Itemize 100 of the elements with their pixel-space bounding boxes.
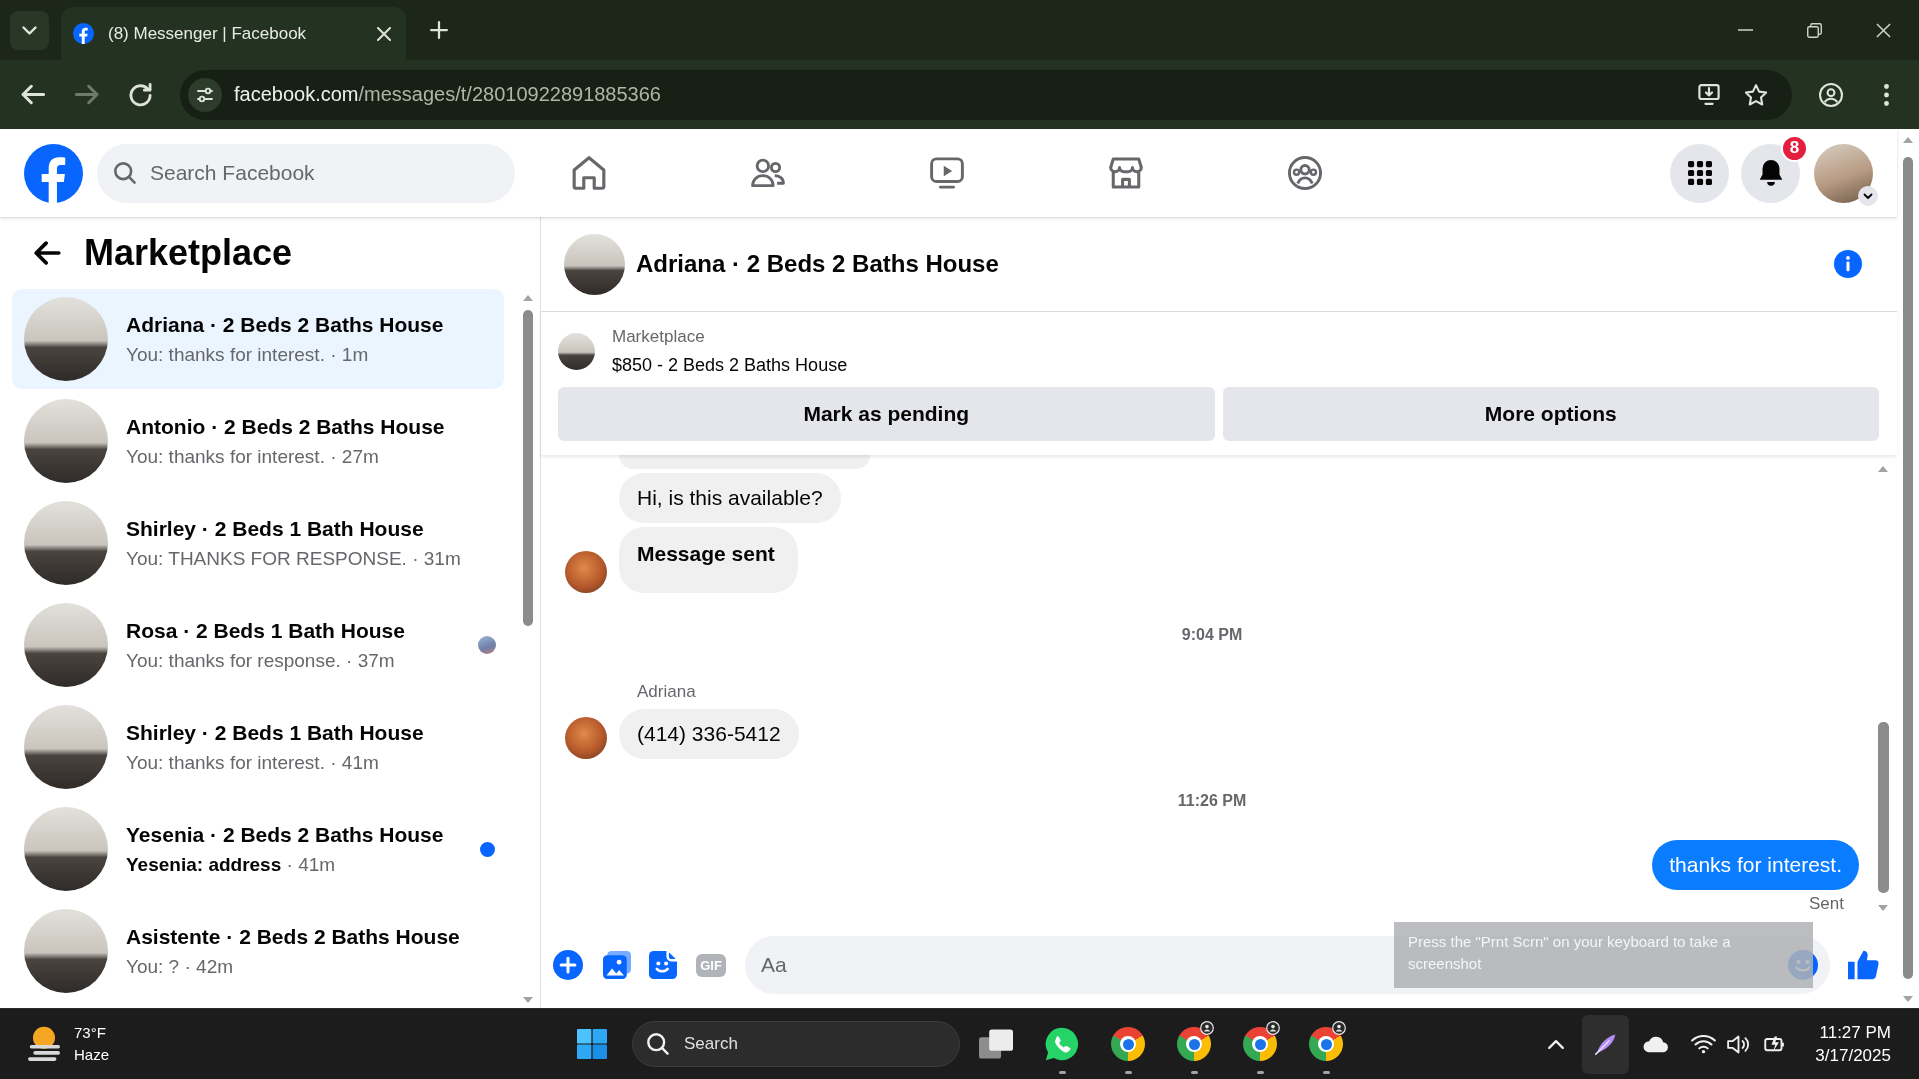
listing-label: Marketplace (612, 326, 706, 348)
message-preview: Yesenia: address (126, 854, 282, 875)
screenshot-toast: Press the "Prnt Scrn" on your keyboard to take a screenshot (1394, 922, 1813, 988)
message-preview: You: thanks for interest. (126, 752, 325, 773)
person-circle-icon[interactable] (1819, 82, 1843, 107)
thumbs-up-icon[interactable] (1847, 950, 1879, 980)
conversation-item[interactable]: Asistente · 2 Beds 2 Baths House You: ? · 42m (12, 901, 504, 1001)
conversation-title: Antonio · 2 Beds 2 Baths House (126, 414, 446, 440)
action-button[interactable]: More options (1222, 387, 1879, 441)
message-bubble: Message sent (619, 527, 798, 593)
scrollbar-thumb[interactable] (523, 310, 533, 626)
star-icon[interactable] (1745, 83, 1767, 106)
scrollbar-thumb[interactable] (1903, 157, 1913, 979)
message-bubble: Hi, is this available? (619, 473, 841, 523)
sliders-icon[interactable] (188, 77, 222, 112)
speaker-icon[interactable] (1727, 1034, 1751, 1054)
conversation-title: Rosa · 2 Beds 1 Bath House (126, 618, 406, 644)
home-icon[interactable] (572, 156, 606, 190)
browser-icon[interactable] (1111, 1027, 1145, 1061)
sender-avatar (565, 551, 607, 593)
conversation-item[interactable]: Adriana · 2 Beds 2 Baths House You: thanks for interest. · 1m (12, 289, 504, 389)
site-logo[interactable] (24, 143, 83, 203)
back-arrow-icon[interactable] (34, 241, 61, 265)
message-preview: You: thanks for interest. (126, 344, 325, 365)
feather-icon[interactable] (1582, 1014, 1630, 1074)
image-icon[interactable] (603, 951, 631, 979)
taskbar-search-field[interactable]: Search (632, 1021, 960, 1067)
message-preview: You: thanks for interest. (126, 446, 325, 467)
conversation-item[interactable]: Shirley · 2 Beds 1 Bath House You: THANKS FOR RESPONSE. · 31m (12, 493, 504, 593)
stacked-windows-icon[interactable] (979, 1027, 1013, 1061)
wifi-icon[interactable] (1691, 1034, 1717, 1054)
restore-icon[interactable] (1807, 22, 1822, 38)
monitor-download-icon[interactable] (1698, 84, 1720, 105)
tab-search-button[interactable] (10, 10, 49, 50)
conversation-title: Shirley · 2 Beds 1 Bath House (126, 720, 425, 746)
sun-haze-icon[interactable] (28, 1026, 60, 1062)
chevron-down-icon (22, 25, 37, 35)
store-icon[interactable] (1109, 156, 1143, 190)
conversation-title: Asistente · 2 Beds 2 Baths House (126, 924, 461, 950)
video-icon[interactable] (930, 156, 964, 190)
friends-icon[interactable] (751, 156, 785, 190)
browser-icon[interactable] (1177, 1027, 1211, 1061)
address-bar[interactable]: facebook.com/messages/t/28010922891885366 (180, 69, 1792, 120)
info-icon[interactable] (1834, 250, 1862, 278)
conversation-title: Shirley · 2 Beds 1 Bath House (126, 516, 425, 542)
weather-condition: Haze (74, 1045, 110, 1065)
message-time: · 42m (184, 956, 234, 977)
message-time: · 41m (330, 752, 379, 773)
message-preview: You: ? (126, 956, 180, 977)
listing-photo (558, 332, 595, 370)
groups-icon[interactable] (1288, 156, 1322, 190)
message-preview: You: THANKS FOR RESPONSE. (126, 548, 407, 569)
action-button[interactable]: Mark as pending (558, 387, 1215, 441)
start-icon[interactable] (577, 1029, 607, 1059)
clock-time: 11:27 PM (1818, 1022, 1891, 1044)
message-time: · 1m (330, 344, 369, 365)
panel-title: Marketplace (84, 231, 293, 275)
search-icon (114, 161, 136, 184)
conversation-title: Adriana · 2 Beds 2 Baths House (126, 312, 445, 338)
message-bubble: (414) 336-5412 (619, 709, 799, 759)
browser-icon[interactable] (1309, 1027, 1343, 1061)
message-time: · 41m (286, 854, 336, 875)
conversation-item[interactable]: Rosa · 2 Beds 1 Bath House You: thanks for response. · 37m (12, 595, 504, 695)
message-bubble: thanks for interest. (1652, 840, 1859, 890)
clock-date: 3/17/2025 (1815, 1045, 1891, 1067)
conversation-item[interactable]: Antonio · 2 Beds 2 Baths House You: thanks for interest. · 27m (12, 391, 504, 491)
conversation-item[interactable]: Yesenia · 2 Beds 2 Baths House Yesenia: address · 41m (12, 799, 504, 899)
message-time: · 27m (330, 446, 379, 467)
delivery-status: Sent (1809, 895, 1844, 913)
sticker-icon[interactable] (649, 951, 677, 979)
search-field[interactable]: Search Facebook (97, 143, 515, 203)
browser-tab[interactable]: (8) Messenger | Facebook (61, 7, 406, 60)
caret-up-icon[interactable] (1548, 1039, 1565, 1049)
dots-menu-icon[interactable] (1884, 83, 1889, 106)
sender-avatar (565, 717, 607, 759)
browser-icon[interactable] (1243, 1027, 1277, 1061)
search-icon (647, 1033, 669, 1055)
close-icon[interactable] (377, 26, 391, 41)
timestamp: 11:26 PM (1177, 791, 1247, 811)
conversation-title: Yesenia · 2 Beds 2 Baths House (126, 822, 445, 848)
cloud-icon[interactable] (1643, 1035, 1669, 1053)
chevron-down-icon[interactable] (1858, 185, 1878, 206)
sender-name: Adriana (636, 681, 696, 703)
reload-icon[interactable] (129, 82, 152, 107)
message-time: · 37m (346, 650, 395, 671)
listing-title: $850 - 2 Beds 2 Baths House (612, 354, 848, 377)
notification-badge: 8 (1781, 134, 1808, 162)
scrollbar-thumb[interactable] (1877, 722, 1889, 893)
temperature-text: 73°F (74, 1023, 107, 1043)
chat-phone-icon[interactable] (1045, 1027, 1079, 1061)
conversation-item[interactable]: Shirley · 2 Beds 1 Bath House You: thanks for interest. · 41m (12, 697, 504, 797)
message-preview: You: thanks for response. (126, 650, 341, 671)
favicon-icon (73, 23, 94, 44)
plus-icon[interactable] (430, 21, 448, 39)
bell-icon (1758, 159, 1783, 187)
chat-title: Adriana · 2 Beds 2 Baths House (636, 250, 999, 278)
timestamp: 9:04 PM (1181, 625, 1243, 645)
grid-icon (1687, 161, 1712, 185)
close-icon[interactable] (1876, 22, 1891, 38)
message-time: · 31m (412, 548, 461, 569)
